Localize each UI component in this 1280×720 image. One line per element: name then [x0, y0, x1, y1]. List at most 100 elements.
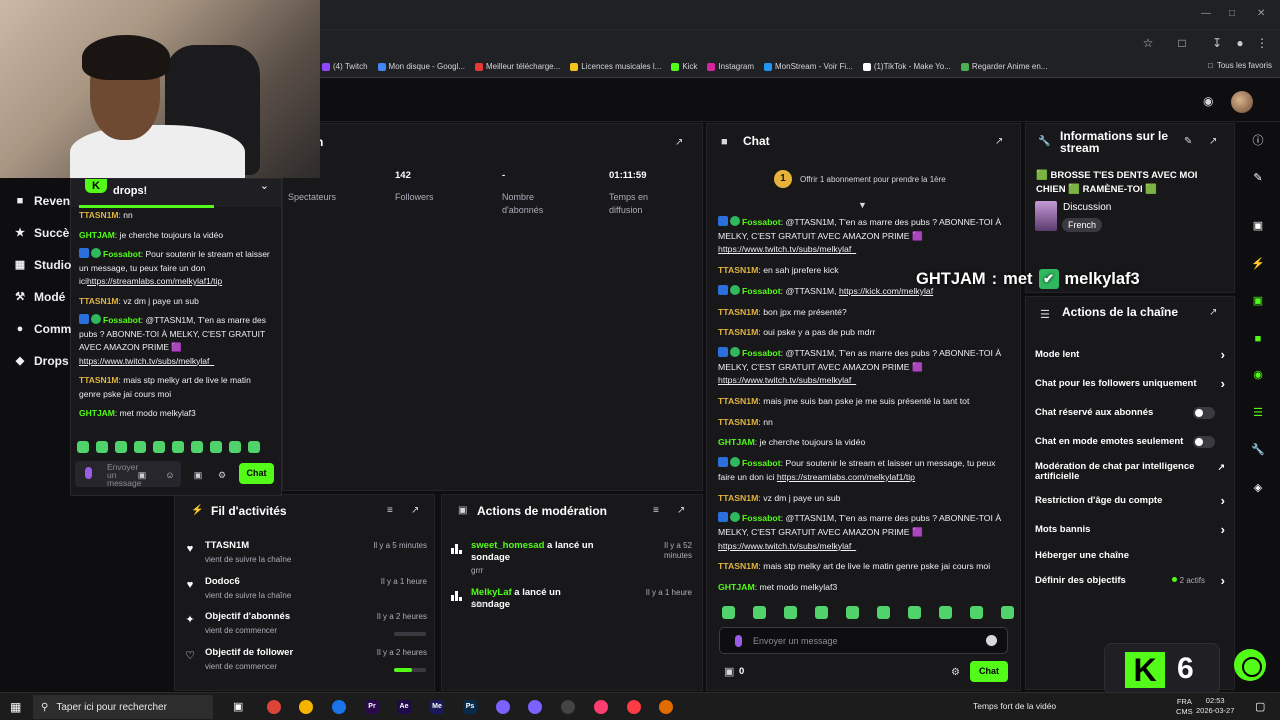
taskbar-clock[interactable]: 02:53 2026-03-27 — [1196, 696, 1234, 716]
close-icon[interactable]: ✕ — [1257, 8, 1265, 19]
nav-item-comm[interactable]: ● Comm — [14, 322, 72, 336]
chevron-right-icon[interactable]: › — [1221, 522, 1225, 537]
minimize-icon[interactable]: — — [1201, 8, 1211, 19]
list-icon[interactable]: ☰ — [1251, 406, 1265, 420]
channel-action-item[interactable]: Restriction d'âge du compte › — [1035, 493, 1225, 508]
emote-icon[interactable] — [229, 441, 241, 453]
taskbar-weather[interactable]: Temps fort de la vidéo — [973, 701, 1056, 711]
task-view-icon[interactable]: ▣ — [233, 700, 243, 713]
gift-icon[interactable]: ▣ — [724, 665, 734, 678]
info-icon[interactable]: ⓘ — [1251, 134, 1265, 148]
nav-item-drops[interactable]: ◆ Drops — [14, 354, 69, 368]
emote-icon[interactable] — [877, 606, 890, 619]
chat-username[interactable]: TTASN1M — [718, 307, 758, 317]
bookmark-item[interactable]: Kick — [671, 62, 697, 71]
microphone-icon[interactable] — [85, 467, 92, 479]
channel-action-item[interactable]: Chat pour les followers uniquement › — [1035, 376, 1225, 391]
taskbar-app-icon[interactable] — [496, 700, 510, 714]
popout-icon[interactable]: ↗ — [675, 137, 683, 148]
bookmark-item[interactable]: (1)TikTok - Make Yo... — [862, 62, 951, 71]
document-icon[interactable]: ▣ — [1251, 294, 1265, 308]
taskbar-app-icon[interactable] — [561, 700, 575, 714]
chat-link[interactable]: https://streamlabs.com/melkylaf1/tip — [777, 472, 915, 482]
microphone-icon[interactable] — [735, 635, 742, 647]
popout-icon[interactable]: ↗ — [1209, 136, 1217, 147]
chat-username[interactable]: TTASN1M — [718, 493, 758, 503]
share-icon[interactable]: ◈ — [1251, 481, 1265, 495]
popout-icon[interactable]: ↗ — [995, 136, 1003, 147]
emote-icon[interactable] — [134, 441, 146, 453]
toggle-switch[interactable] — [1193, 436, 1215, 448]
filter-icon[interactable]: ≡ — [653, 505, 659, 516]
extensions-icon[interactable]: □ — [1175, 36, 1189, 50]
channel-action-item[interactable]: Héberger une chaîne — [1035, 550, 1225, 561]
channel-action-item[interactable]: Chat en mode emotes seulement — [1035, 436, 1225, 448]
maximize-icon[interactable]: □ — [1229, 8, 1235, 19]
notifications-icon[interactable]: ◉ — [1203, 94, 1213, 108]
emote-icon[interactable] — [210, 441, 222, 453]
edit-icon[interactable]: ✎ — [1251, 171, 1265, 185]
nav-item-succè[interactable]: ★ Succè — [14, 226, 69, 240]
taskbar-app-icon[interactable] — [299, 700, 313, 714]
popout-icon[interactable]: ↗ — [1209, 307, 1217, 318]
activity-name[interactable]: Objectif d'abonnés — [205, 611, 290, 622]
emote-icon[interactable] — [1001, 606, 1014, 619]
taskbar-search[interactable]: ⚲ Taper ici pour rechercher — [33, 695, 213, 719]
chat-username[interactable]: GHTJAM — [79, 230, 115, 240]
emote-icon[interactable] — [970, 606, 983, 619]
settings-icon[interactable]: ⚙ — [217, 470, 227, 480]
emote-icon[interactable] — [96, 441, 108, 453]
channel-action-item[interactable]: Modération de chat par intelligence arti… — [1035, 462, 1225, 482]
chevron-down-icon[interactable]: ⌄ — [260, 179, 269, 192]
chat-username[interactable]: Fossabot — [103, 249, 141, 259]
taskbar-app-icon[interactable]: Ae — [397, 700, 411, 714]
channel-action-item[interactable]: Mots bannis › — [1035, 522, 1225, 537]
download-icon[interactable]: ↧ — [1210, 36, 1224, 50]
nav-item-studio[interactable]: ▦ Studio — [14, 258, 72, 272]
emote-icon[interactable] — [939, 606, 952, 619]
profile-icon[interactable]: ● — [1233, 36, 1247, 50]
emote-icon[interactable] — [753, 606, 766, 619]
popout-chat-send-button[interactable]: Chat — [239, 463, 274, 484]
taskbar-app-icon[interactable]: Ps — [463, 700, 477, 714]
taskbar-app-icon[interactable] — [627, 700, 641, 714]
popout-icon[interactable]: ↗ — [677, 505, 685, 516]
emote-icon[interactable] — [77, 441, 89, 453]
filter-icon[interactable]: ≡ — [387, 505, 393, 516]
bookmark-item[interactable]: Mon disque - Googl... — [377, 62, 465, 71]
chat-username[interactable]: TTASN1M — [718, 396, 758, 406]
taskbar-app-icon[interactable] — [332, 700, 346, 714]
chat-link[interactable]: https://www.twitch.tv/subs/melkylaf_ — [718, 541, 856, 551]
taskbar-app-icon[interactable] — [267, 700, 281, 714]
chat-username[interactable]: GHTJAM — [718, 437, 755, 447]
chevron-right-icon[interactable]: › — [1221, 347, 1225, 362]
chat-username[interactable]: TTASN1M — [79, 210, 119, 220]
emote-icon[interactable] — [191, 441, 203, 453]
chat-username[interactable]: TTASN1M — [718, 561, 758, 571]
windows-start-icon[interactable]: ▦ — [10, 700, 21, 714]
emote-icon[interactable] — [722, 606, 735, 619]
chat-link[interactable]: https://www.twitch.tv/subs/melkylaf_ — [79, 356, 214, 366]
category-thumbnail[interactable] — [1035, 201, 1057, 231]
chat-username[interactable]: Fossabot — [742, 217, 781, 227]
toggle-switch[interactable] — [1193, 407, 1215, 419]
chat-link[interactable]: https://www.twitch.tv/subs/melkylaf_ — [718, 244, 856, 254]
taskbar-app-icon[interactable] — [528, 700, 542, 714]
mod-action-user[interactable]: sweet_homesad — [471, 540, 544, 551]
chat-send-button[interactable]: Chat — [970, 661, 1008, 682]
emote-icon[interactable] — [248, 441, 260, 453]
chat-username[interactable]: TTASN1M — [718, 417, 758, 427]
emote-icon[interactable] — [153, 441, 165, 453]
star-icon[interactable]: ☆ — [1141, 36, 1155, 50]
chat-username[interactable]: TTASN1M — [718, 265, 758, 275]
taskbar-app-icon[interactable]: Me — [430, 700, 444, 714]
chat-username[interactable]: GHTJAM — [79, 408, 115, 418]
nav-item-reven[interactable]: ■ Reven — [14, 194, 70, 208]
chat-input[interactable]: Envoyer un message — [719, 627, 1008, 654]
settings-icon[interactable]: ⚙ — [951, 667, 960, 678]
chat-bubble-icon[interactable]: ■ — [1251, 332, 1265, 346]
emote-icon[interactable] — [115, 441, 127, 453]
chat-username[interactable]: TTASN1M — [79, 296, 119, 306]
avatar[interactable] — [1231, 91, 1253, 113]
nav-item-modé[interactable]: ⚒ Modé — [14, 290, 65, 304]
